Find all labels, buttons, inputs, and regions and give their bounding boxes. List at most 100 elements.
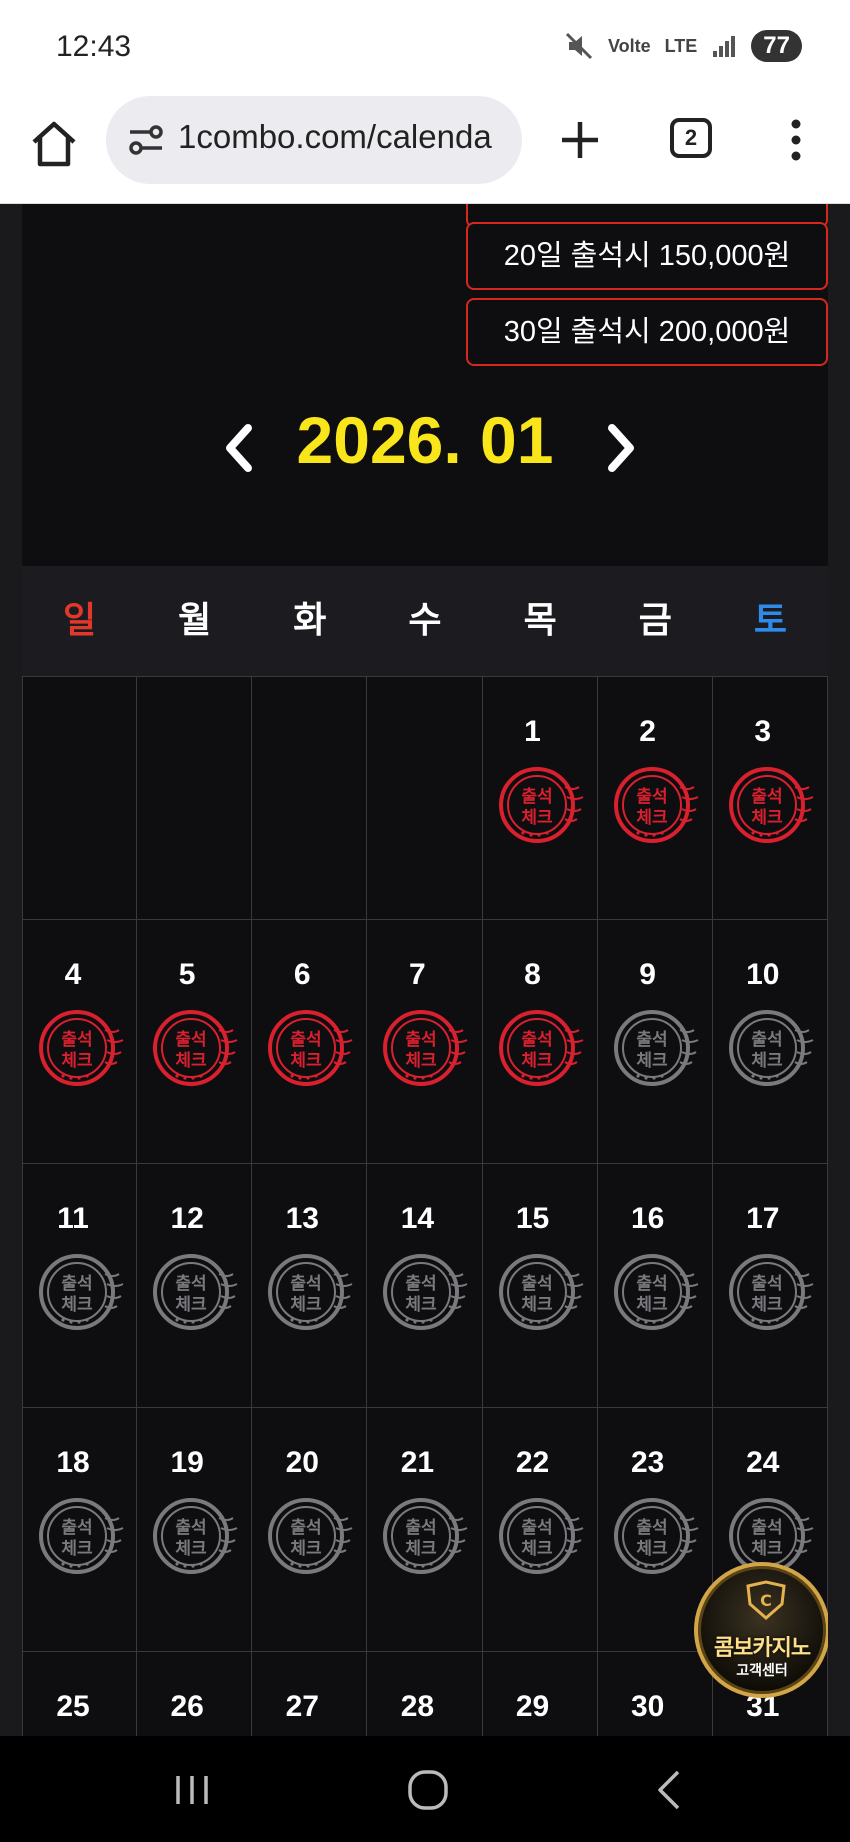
stamp-text-top: 출석 <box>406 1030 437 1050</box>
home-icon[interactable] <box>28 118 80 170</box>
weekday-wed: 수 <box>408 600 442 641</box>
stamp-text-bottom: 체크 <box>175 1295 207 1315</box>
site-settings-icon[interactable] <box>126 120 166 160</box>
support-subtitle: 고객센터 <box>736 1663 788 1679</box>
calendar-week: 1 출석 체크 2 출석 체크 3 출석 체크 <box>22 676 828 920</box>
calendar-day-cell[interactable]: 13 출석 체크 <box>252 1164 368 1408</box>
customer-support-button[interactable]: C 콤보카지노 고객센터 <box>694 1562 828 1698</box>
recent-apps-icon[interactable] <box>168 1766 216 1814</box>
calendar-day-cell[interactable]: 20 출석 체크 <box>252 1408 368 1652</box>
weekday-fri: 금 <box>638 600 672 641</box>
calendar-day-cell[interactable]: 22 출석 체크 <box>482 1408 598 1652</box>
calendar-day-cell[interactable]: 9 출석 체크 <box>597 920 713 1164</box>
day-number: 2 <box>639 715 656 748</box>
status-time: 12:43 <box>56 30 132 63</box>
battery-indicator: 77 <box>751 30 802 62</box>
support-name: 콤보카지노 <box>713 1636 811 1661</box>
calendar-day-cell[interactable]: 15 출석 체크 <box>482 1164 598 1408</box>
stamp-text-top: 출석 <box>406 1274 437 1294</box>
tab-switcher-button[interactable]: 2 <box>670 118 712 158</box>
attendance-stamp-unchecked-icon: 출석체크 <box>728 1010 814 1086</box>
day-number: 6 <box>293 958 311 991</box>
stamp-text-bottom: 체크 <box>61 1051 93 1071</box>
calendar-day-cell[interactable]: 11 출석 체크 <box>22 1164 138 1408</box>
home-nav-icon[interactable] <box>404 1766 452 1814</box>
next-month-icon[interactable] <box>602 420 642 476</box>
calendar-day-cell[interactable]: 1 출석 체크 <box>482 676 598 920</box>
calendar-day-cell[interactable]: 10 출석 체크 <box>712 920 828 1164</box>
calendar-day-cell[interactable]: 18 출석 체크 <box>22 1408 138 1652</box>
calendar-day-cell[interactable]: 25출석체크 <box>22 1652 138 1736</box>
calendar-day-cell[interactable]: 14 출석 체크 <box>367 1164 483 1408</box>
calendar-day-cell[interactable]: 17 출석 체크 <box>712 1164 828 1408</box>
attendance-stamp-unchecked-icon: 출석체크 <box>268 1254 353 1330</box>
stamp-text-top: 출석 <box>636 1274 667 1294</box>
day-number: 7 <box>409 958 426 991</box>
calendar-day-cell[interactable]: 7 출석 체크 <box>367 920 483 1164</box>
calendar-day-cell[interactable]: 5 출석 체크 <box>137 920 253 1164</box>
new-tab-icon[interactable] <box>556 116 604 164</box>
attendance-stamp-unchecked-icon: 출석체크 <box>728 1254 814 1330</box>
calendar-empty-cell <box>367 676 483 920</box>
attendance-stamp-checked-icon: 출석체크 <box>39 1010 124 1086</box>
weekday-sat: 토 <box>753 600 787 641</box>
address-bar[interactable]: 1combo.com/calenda <box>106 96 522 184</box>
day-number: 26 <box>170 1690 204 1723</box>
lte-label: LTE <box>664 35 698 56</box>
calendar-day-cell[interactable]: 12 출석 체크 <box>137 1164 253 1408</box>
day-number: 14 <box>400 1202 435 1235</box>
stamp-text-bottom: 체크 <box>751 808 783 828</box>
calendar-day-cell[interactable]: 21 출석 체크 <box>367 1408 483 1652</box>
attendance-stamp-unchecked-icon: 출석체크 <box>498 1254 583 1330</box>
calendar-day-cell[interactable]: 16 출석 체크 <box>597 1164 713 1408</box>
calendar-day-cell[interactable]: 3 출석 체크 <box>712 676 828 920</box>
stamp-text-top: 출석 <box>751 1518 782 1538</box>
day-number: 13 <box>285 1202 319 1235</box>
volte-label: Volte <box>607 35 651 56</box>
calendar-day-cell[interactable]: 29출석체크 <box>482 1652 598 1736</box>
day-number: 27 <box>285 1690 319 1723</box>
attendance-stamp-unchecked-icon: 출석체크 <box>383 1254 468 1330</box>
calendar-day-cell[interactable]: 4 출석 체크 <box>22 920 138 1164</box>
stamp-text-bottom: 체크 <box>636 808 668 828</box>
back-nav-icon[interactable] <box>646 1766 694 1814</box>
stamp-text-bottom: 체크 <box>521 1051 553 1071</box>
attendance-stamp-unchecked-icon: 출석체크 <box>613 1498 699 1574</box>
stamp-text-bottom: 체크 <box>406 1295 438 1315</box>
attendance-stamp-checked-icon: 출석체크 <box>498 1010 583 1086</box>
more-menu-icon[interactable] <box>786 116 806 164</box>
calendar-day-cell[interactable]: 26출석체크 <box>137 1652 253 1736</box>
stamp-text-bottom: 체크 <box>61 1295 93 1315</box>
shield-logo-icon: C <box>746 1580 786 1620</box>
weekday-thu: 목 <box>523 600 557 641</box>
calendar-day-cell[interactable]: 30출석체크 <box>597 1652 713 1736</box>
day-number: 15 <box>515 1202 550 1235</box>
stamp-text-top: 출석 <box>61 1518 92 1538</box>
day-number: 17 <box>746 1202 780 1235</box>
calendar-day-cell[interactable]: 2 출석 체크 <box>597 676 713 920</box>
stamp-text-bottom: 체크 <box>175 1539 207 1559</box>
svg-text:C: C <box>760 1591 772 1610</box>
month-title: 2026. 01 <box>296 403 554 477</box>
day-number: 28 <box>400 1690 435 1723</box>
stamp-text-top: 출석 <box>175 1274 206 1294</box>
attendance-stamp-checked-icon: 출석체크 <box>153 1010 238 1086</box>
calendar-day-cell[interactable]: 27출석체크 <box>252 1652 368 1736</box>
attendance-stamp-unchecked-icon: 출석체크 <box>39 1254 124 1330</box>
calendar-day-cell[interactable]: 6 출석 체크 <box>252 920 368 1164</box>
url-text[interactable]: 1combo.com/calenda <box>178 118 492 156</box>
calendar-week: 4 출석 체크 5 출석 체크 6 출석 체크 7 출석 체크 8 출석 체크 9 출석 체크 10 출석 체크 <box>22 920 828 1164</box>
stamp-text-bottom: 체크 <box>521 1295 553 1315</box>
reward-box-30: 30일 출석시 200,000원 <box>466 298 828 366</box>
stamp-text-bottom: 체크 <box>636 1051 668 1071</box>
calendar-day-cell[interactable]: 19 출석 체크 <box>137 1408 253 1652</box>
day-number: 21 <box>400 1446 435 1479</box>
calendar-day-cell[interactable]: 28출석체크 <box>367 1652 483 1736</box>
calendar-day-cell[interactable]: 8 출석 체크 <box>482 920 598 1164</box>
stamp-text-top: 출석 <box>751 1274 782 1294</box>
status-icons: Volte LTE 77 <box>564 30 802 62</box>
day-number: 9 <box>639 958 656 991</box>
stamp-text-top: 출석 <box>291 1274 322 1294</box>
stamp-text-top: 출석 <box>175 1030 206 1050</box>
attendance-stamp-checked-icon: 출석체크 <box>728 767 814 843</box>
